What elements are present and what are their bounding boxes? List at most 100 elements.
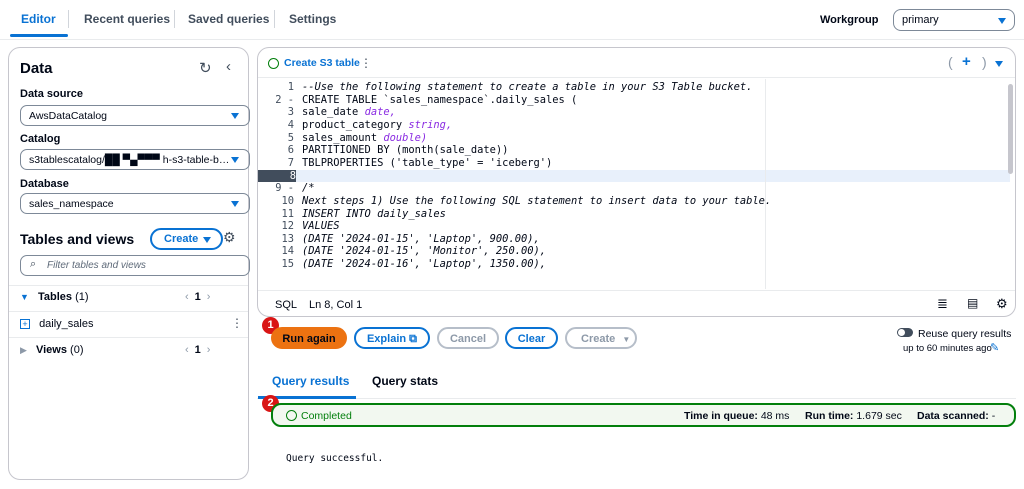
tables-count: (1) [75,291,89,303]
caret-down-icon: ▼ [20,292,29,302]
caret-down-icon: ▼ [622,335,631,344]
caret-down-icon [231,113,239,119]
type-token: double) [383,131,428,144]
caret-down-icon [998,18,1006,24]
success-check-icon [286,410,297,421]
panel-title: Data [20,60,53,77]
views-count: (0) [70,344,84,356]
views-page: 1 [194,344,201,356]
line-number: 12 [281,220,294,233]
gear-icon[interactable]: ⚙ [223,229,236,246]
format-icon[interactable]: ≣ [937,296,948,312]
line-text: TBLPROPERTIES ('table_type' = 'iceberg') [302,156,553,169]
table-item-label: daily_sales [39,318,94,330]
editor-settings-icon[interactable]: ⚙ [996,296,1008,312]
code-line: 11 INSERT INTO daily_sales [258,208,1010,220]
query-editor: Create S3 table ⋮ ( + ) 1 --Use the follo… [257,47,1016,317]
explain-button[interactable]: Explain ⧉ [354,327,430,349]
line-text: (DATE '2024-01-15', 'Laptop', 900.00), [302,232,540,245]
line-text: (DATE '2024-01-15', 'Monitor', 250.00), [302,245,546,258]
line-number: 10 [281,194,294,207]
line-text: (DATE '2024-01-16', 'Laptop', 1350.00), [302,258,546,271]
create-dropdown-button[interactable]: Create ▼ [565,327,637,349]
code-line: 4 product_category string, [258,119,1010,131]
tab-query-results[interactable]: Query results [272,374,349,388]
tab-editor[interactable]: Editor [21,12,56,26]
editor-tab-create-s3-table[interactable]: Create S3 table [284,57,360,69]
tab-recent-queries[interactable]: Recent queries [84,12,170,26]
time-in-queue: Time in queue: 48 ms [684,410,789,422]
divider [257,398,1016,399]
database-label: Database [20,178,69,190]
data-panel: Data ↻ ‹ Data source AwsDataCatalog Cata… [8,47,250,480]
collapse-icon[interactable]: ‹ [226,58,231,75]
run-value: 1.679 sec [856,410,902,422]
queue-value: 48 ms [760,410,790,422]
status-text: Completed [301,410,352,422]
run-label: Run time: [805,410,854,422]
code-line: 13 (DATE '2024-01-15', 'Laptop', 900.00), [258,233,1010,245]
add-tab-icon[interactable]: + [962,53,971,70]
data-source-select[interactable]: AwsDataCatalog [20,105,250,126]
tables-page: 1 [194,291,201,303]
tables-pager[interactable]: ‹ 1 › [185,291,210,303]
line-number: 13 [281,232,294,245]
line-text: CREATE TABLE `sales_namespace`.daily_sal… [302,93,578,106]
database-value: sales_namespace [29,198,114,210]
code-line: 7 TBLPROPERTIES ('table_type' = 'iceberg'… [258,157,1010,169]
top-tab-bar: Editor Recent queries Saved queries Sett… [0,0,1024,40]
expand-icon[interactable]: + [20,319,30,329]
tab-settings[interactable]: Settings [289,12,336,26]
tab-divider [174,10,175,28]
scanned-value: - [991,410,996,422]
table-item[interactable]: + daily_sales [20,318,93,330]
tables-group[interactable]: ▼ Tables (1) [20,291,89,303]
tabs-dropdown-icon[interactable] [995,61,1003,67]
line-number: 11 [281,207,294,220]
tab-query-stats[interactable]: Query stats [372,374,438,388]
editor-status-bar: SQL Ln 8, Col 1 ≣ ▤ ⚙ [258,290,1015,316]
tab-divider [274,10,275,28]
cursor-position: Ln 8, Col 1 [309,299,363,311]
refresh-icon[interactable]: ↻ [199,59,212,77]
line-text: sale_date [302,106,365,119]
result-message: Query successful. [286,453,384,464]
filter-input[interactable]: ⌕ Filter tables and views [20,255,250,276]
line-text: /* [302,182,315,195]
explain-label: Explain [366,333,407,345]
data-source-label: Data source [20,88,83,100]
paren-open: ( [948,54,953,70]
views-label: Views [35,344,67,356]
run-again-button[interactable]: Run again [271,327,347,349]
create-label: Create [164,233,199,245]
divider [9,285,248,286]
edit-pencil-icon[interactable]: ✎ [990,341,999,354]
filter-placeholder: Filter tables and views [47,260,146,271]
line-text: PARTITIONED BY (month(sale_date)) [302,144,509,157]
external-link-icon: ⧉ [409,333,418,345]
line-text: INSERT INTO daily_sales [302,207,446,220]
workgroup-select[interactable]: primary [893,9,1015,31]
cancel-button[interactable]: Cancel [437,327,499,349]
line-number: 6 [287,144,294,157]
search-icon: ⌕ [30,258,37,270]
views-pager[interactable]: ‹ 1 › [185,344,210,356]
scrollbar[interactable] [1008,84,1013,174]
views-group[interactable]: ▶ Views (0) [20,344,84,356]
catalog-select[interactable]: s3tablescatalog/██ ▀▄▀▀▀ h-s3-table-b… [20,149,250,170]
code-editor[interactable]: 1 --Use the following statement to create… [258,79,1010,289]
reuse-results-toggle[interactable] [897,328,913,337]
divider [9,337,248,338]
print-margin [765,79,766,289]
tab-menu-icon[interactable]: ⋮ [360,56,372,70]
create-button[interactable]: Create [150,228,223,250]
database-select[interactable]: sales_namespace [20,193,250,214]
tab-saved-queries[interactable]: Saved queries [188,12,269,26]
tables-views-title: Tables and views [20,231,135,247]
caret-down-icon [231,157,239,163]
line-text: --Use the following statement to create … [302,81,753,93]
keyboard-icon[interactable]: ▤ [967,296,978,310]
divider [9,311,248,312]
clear-button[interactable]: Clear [505,327,558,349]
more-icon[interactable]: ⋮ [231,316,243,330]
